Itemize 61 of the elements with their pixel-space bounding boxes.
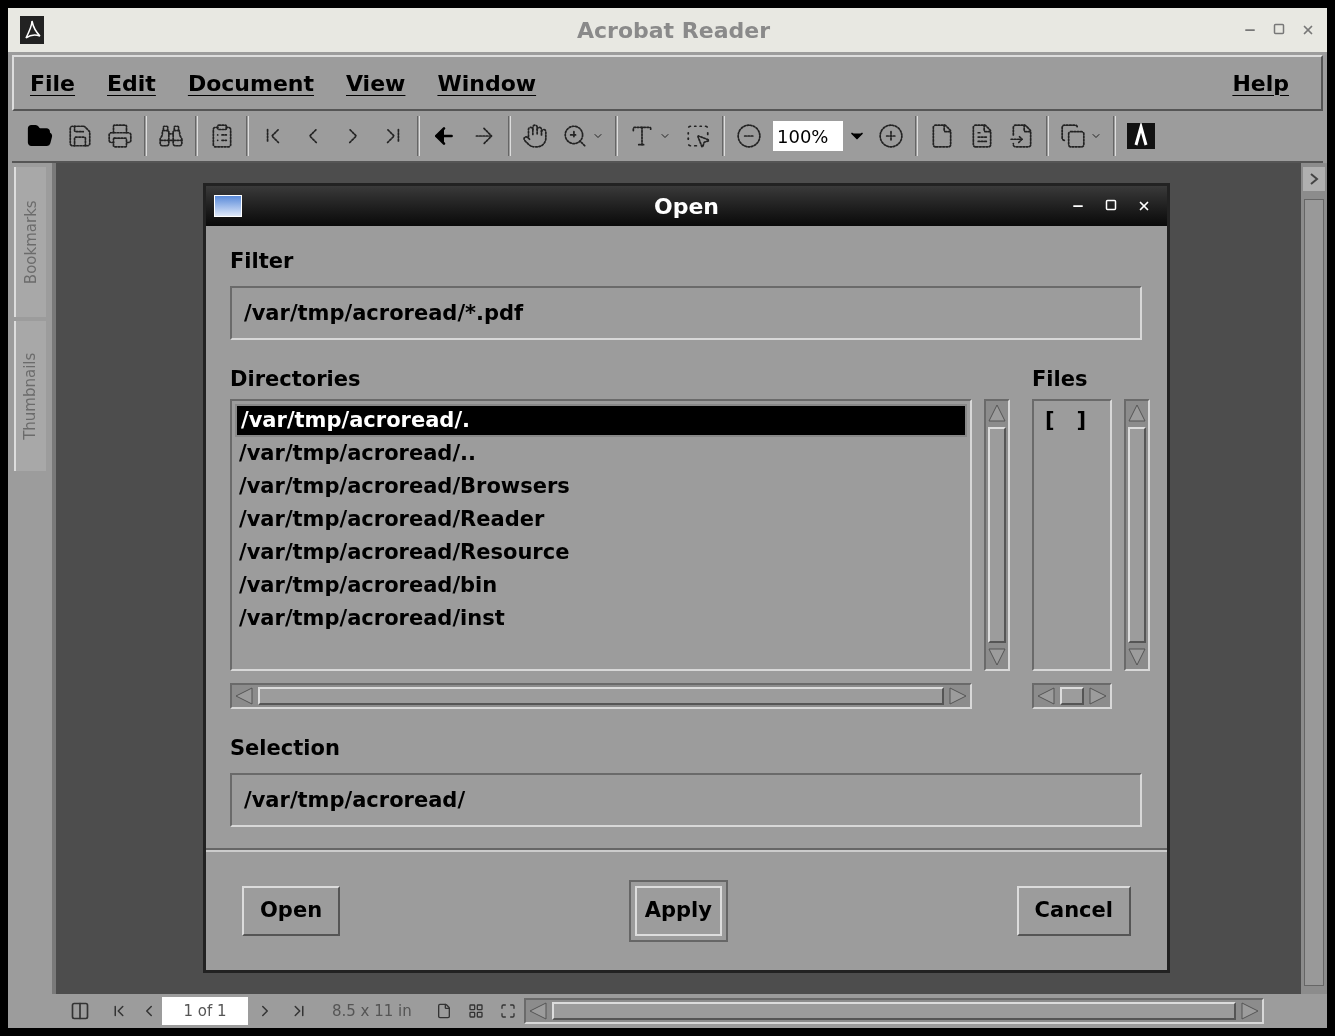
zoom-field[interactable]: 100% [773,121,843,151]
zoom-out-icon [736,123,762,149]
floppy-icon [67,123,93,149]
directory-item[interactable]: /var/tmp/acroread/. [235,404,967,437]
directory-item[interactable]: /var/tmp/acroread/Browsers [235,470,967,503]
text-select-icon [629,123,655,149]
menu-item[interactable]: Help [1232,66,1289,100]
dialog-button[interactable]: Apply [628,880,728,942]
acrobat-app-icon[interactable] [20,16,44,44]
fit-page-icon [969,123,995,149]
directory-item[interactable]: /var/tmp/acroread/bin [235,569,967,602]
menu-item[interactable]: Edit [107,66,156,100]
fit-width-icon [1009,123,1035,149]
selection-label: Selection [230,735,341,762]
page-size-text: 8.5 x 11 in [332,1000,412,1022]
scroll-down-icon [1127,647,1147,667]
directories-label: Directories [230,365,362,393]
scroll-right-icon [1088,687,1108,705]
selection-field[interactable]: /var/tmp/acroread/ [230,772,1142,827]
panel-toggle-icon[interactable] [70,1001,90,1021]
folder-icon [27,123,53,149]
expand-panel-icon [1303,167,1325,191]
zoom-icon [562,123,588,149]
scroll-thumb[interactable] [1304,199,1324,986]
window-title: Acrobat Reader [576,16,771,45]
dialog-button[interactable]: Open [242,886,341,936]
single-page-icon[interactable] [435,1003,452,1019]
scroll-down-icon [987,647,1007,667]
hand-icon [522,123,548,149]
filter-label: Filter [230,248,295,275]
menu-item[interactable]: View [346,66,406,100]
dialog-button[interactable]: Cancel [1016,886,1131,936]
directory-item[interactable]: /var/tmp/acroread/inst [235,602,967,635]
files-label: Files [1032,365,1089,393]
directory-item[interactable]: /var/tmp/acroread/Resource [235,536,967,569]
scroll-left-icon [234,687,254,705]
filter-field[interactable]: /var/tmp/acroread/*.pdf [230,285,1142,340]
page-number-field[interactable]: 1 of 1 [162,997,248,1025]
dialog-app-icon [214,195,242,217]
acrobat-logo-icon [1127,123,1155,149]
close-icon[interactable] [1137,199,1151,213]
menu-item[interactable]: Window [437,66,537,100]
scroll-left-icon [527,1002,548,1020]
dialog-title: Open [652,192,720,221]
pages-icon [1060,123,1086,149]
binoculars-icon [158,123,184,149]
clipboard-icon [209,123,235,149]
scroll-right-icon [1239,1002,1260,1020]
page-icon [929,123,955,149]
directory-item[interactable]: /var/tmp/acroread/.. [235,437,967,470]
scroll-left-icon [1036,687,1056,705]
scroll-up-icon [1127,403,1147,423]
menu-item[interactable]: Document [187,66,314,100]
scroll-up-icon [987,403,1007,423]
scroll-right-icon [948,687,968,705]
graphic-select-icon [685,123,711,149]
directory-item[interactable]: /var/tmp/acroread/Reader [235,503,967,536]
menu-item[interactable]: File [30,66,76,100]
printer-icon [107,123,133,149]
file-item[interactable]: [ ] [1037,404,1107,437]
zoom-in-icon [878,123,904,149]
